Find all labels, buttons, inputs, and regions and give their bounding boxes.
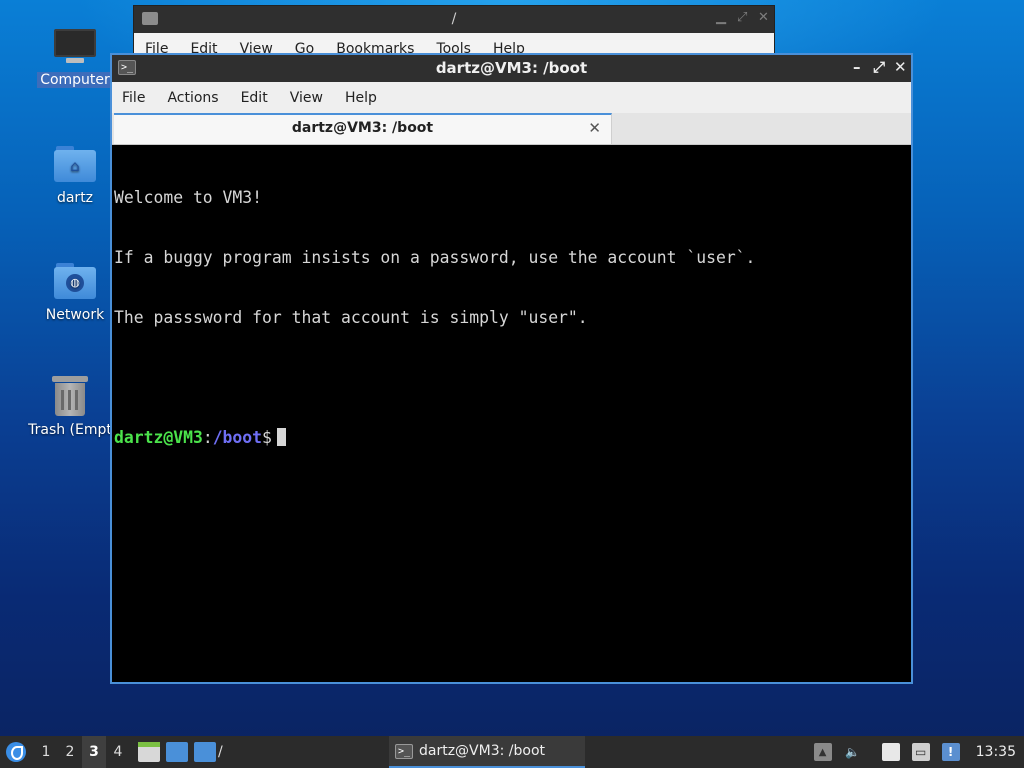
volume-icon[interactable]: 🔈 [844,743,862,761]
trash-icon [52,376,88,416]
network-icon[interactable]: ▭ [911,743,930,761]
close-icon[interactable]: ✕ [758,10,769,25]
desktop-icon-network[interactable]: ◍ Network [27,257,123,323]
menu-file[interactable]: File [122,90,145,106]
tab-close-icon[interactable]: ✕ [588,119,601,137]
tray-expand-icon[interactable]: ▲ [813,743,832,761]
workspace-3[interactable]: 3 [82,736,106,768]
menu-actions[interactable]: Actions [167,90,218,106]
terminal-title: dartz@VM3: /boot [435,59,588,77]
workspace-2[interactable]: 2 [58,744,82,760]
workspace-1[interactable]: 1 [34,744,58,760]
file-manager-titlebar[interactable]: / ▁ ⤢ ✕ [134,6,774,33]
terminal-line: Welcome to VM3! [114,188,263,207]
clock[interactable]: 13:35 [976,744,1016,760]
file-manager-title: / [451,11,457,27]
file-manager-launcher-icon[interactable] [194,742,216,762]
terminal-prompt: dartz@VM3:/boot$ [114,428,911,448]
minimize-icon[interactable]: – [853,58,861,76]
desktop-icon-label: Trash (Empt [28,422,112,438]
terminal-tabbar: dartz@VM3: /boot ✕ [112,113,911,145]
minimize-icon[interactable]: ▁ [716,10,726,25]
lubuntu-logo-icon [6,742,26,762]
maximize-icon[interactable]: ⤢ [737,10,747,25]
network-folder-icon: ◍ [54,263,96,299]
desktop-icon-computer[interactable]: Computer [27,22,123,88]
desktop-icon-label: dartz [56,190,94,206]
start-menu-button[interactable] [0,736,32,768]
terminal-menubar: File Actions Edit View Help [112,82,911,113]
prompt-separator: : [202,428,213,447]
prompt-user-host: dartz@VM3 [114,428,203,447]
desktop-icon-home[interactable]: ⌂ dartz [27,140,123,206]
taskbar-task-label: dartz@VM3: /boot [419,743,546,759]
terminal-tab-label: dartz@VM3: /boot [291,120,434,136]
terminal-tab[interactable]: dartz@VM3: /boot ✕ [114,113,612,144]
terminal-line: If a buggy program insists on a password… [114,248,756,267]
terminal-titlebar[interactable]: >_ dartz@VM3: /boot – ⤢ ✕ [112,55,911,82]
close-icon[interactable]: ✕ [894,58,907,76]
menu-help[interactable]: Help [345,90,377,106]
file-manager-launcher-label[interactable]: / [218,744,223,760]
terminal-window[interactable]: >_ dartz@VM3: /boot – ⤢ ✕ File Actions E… [110,53,913,684]
home-folder-icon: ⌂ [54,146,96,182]
desktop-icon-label: Network [45,307,105,323]
terminal-cursor [276,428,286,446]
taskbar-task-terminal[interactable]: >_ dartz@VM3: /boot [389,736,585,768]
menu-edit[interactable]: Edit [241,90,268,106]
terminal-line: The passsword for that account is simply… [114,308,588,327]
desktop-icon-label: Computer [37,72,113,88]
terminal-output[interactable]: Welcome to VM3! If a buggy program insis… [114,147,911,682]
terminal-icon: >_ [395,743,413,759]
workspace-4[interactable]: 4 [106,744,130,760]
system-tray: ▲ 🔈 ▭ ! 13:35 [808,736,1024,768]
prompt-path: /boot [212,428,263,447]
clipboard-icon[interactable] [881,743,900,761]
desktop-icon-trash[interactable]: Trash (Empt [22,372,118,438]
prompt-symbol: $ [262,428,272,447]
maximize-icon[interactable]: ⤢ [873,58,885,76]
desktop-launcher-icon[interactable] [166,742,188,762]
computer-icon [54,29,96,63]
notes-launcher-icon[interactable] [138,742,160,762]
update-notifier-icon[interactable]: ! [941,743,960,761]
taskbar: 1 2 3 4 / >_ dartz@VM3: /boot ▲ 🔈 ▭ ! 13… [0,736,1024,768]
menu-view[interactable]: View [290,90,323,106]
